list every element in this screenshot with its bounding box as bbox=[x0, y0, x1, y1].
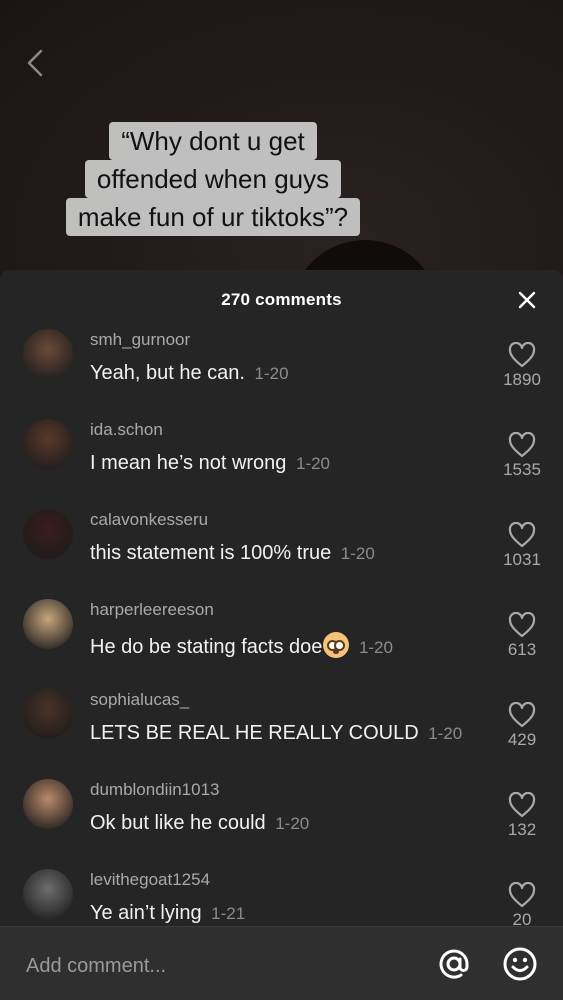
comment-item[interactable]: ida.schon I mean he’s not wrong 1-20 153… bbox=[0, 410, 563, 500]
heart-icon bbox=[508, 792, 536, 818]
avatar[interactable] bbox=[23, 869, 73, 919]
heart-icon bbox=[508, 432, 536, 458]
comment-text-line: this statement is 100% true 1-20 bbox=[90, 542, 375, 565]
caption-line: offended when guys bbox=[84, 160, 342, 198]
back-button[interactable] bbox=[20, 46, 50, 80]
comment-username[interactable]: harperleereeson bbox=[90, 600, 214, 620]
comment-date: 1-20 bbox=[275, 814, 310, 833]
comment-text-line: Yeah, but he can. 1-20 bbox=[90, 362, 289, 385]
comment-composer bbox=[0, 926, 563, 1000]
avatar[interactable] bbox=[23, 509, 73, 559]
video-caption: “Why dont u get offended when guys make … bbox=[38, 122, 388, 236]
comment-text: Yeah, but he can. bbox=[90, 362, 245, 384]
comments-count-title: 270 comments bbox=[221, 290, 342, 309]
comment-text-line: He do be stating facts doe 1-20 bbox=[90, 632, 393, 659]
like-button[interactable]: 429 bbox=[497, 702, 547, 750]
comment-text: this statement is 100% true bbox=[90, 542, 332, 564]
comment-item[interactable]: dumblondiin1013 Ok but like he could 1-2… bbox=[0, 770, 563, 860]
comment-text-line: I mean he’s not wrong 1-20 bbox=[90, 452, 330, 475]
heart-icon bbox=[508, 882, 536, 908]
like-button[interactable]: 20 bbox=[497, 882, 547, 930]
like-count: 1031 bbox=[503, 550, 541, 569]
comment-username[interactable]: sophialucas_ bbox=[90, 690, 189, 710]
avatar[interactable] bbox=[23, 599, 73, 649]
comment-item[interactable]: harperleereeson He do be stating facts d… bbox=[0, 590, 563, 680]
caption-line: make fun of ur tiktoks”? bbox=[65, 198, 361, 236]
flushed-face-icon bbox=[323, 632, 350, 658]
comment-username[interactable]: smh_gurnoor bbox=[90, 330, 190, 350]
comment-date: 1-20 bbox=[254, 364, 289, 383]
add-comment-input[interactable] bbox=[26, 951, 406, 981]
comment-username[interactable]: dumblondiin1013 bbox=[90, 780, 220, 800]
comment-text-line: Ok but like he could 1-20 bbox=[90, 812, 309, 835]
heart-icon bbox=[508, 612, 536, 638]
like-button[interactable]: 1535 bbox=[497, 432, 547, 480]
comment-username[interactable]: ida.schon bbox=[90, 420, 163, 440]
smiley-face-icon bbox=[503, 947, 537, 981]
like-count: 1535 bbox=[503, 460, 541, 479]
comment-date: 1-20 bbox=[340, 544, 375, 563]
comment-text: LETS BE REAL HE REALLY COULD bbox=[90, 722, 419, 744]
like-button[interactable]: 132 bbox=[497, 792, 547, 840]
comment-username[interactable]: levithegoat1254 bbox=[90, 870, 210, 890]
comments-sheet: 270 comments smh_gurnoor Yeah, but he ca… bbox=[0, 270, 563, 1000]
comment-text: He do be stating facts doe bbox=[90, 636, 323, 658]
comment-date: 1-21 bbox=[211, 904, 246, 923]
comment-date: 1-20 bbox=[358, 638, 393, 657]
close-icon bbox=[518, 291, 536, 309]
avatar[interactable] bbox=[23, 419, 73, 469]
comment-item[interactable]: smh_gurnoor Yeah, but he can. 1-20 1890 bbox=[0, 320, 563, 410]
like-button[interactable]: 1031 bbox=[497, 522, 547, 570]
close-button[interactable] bbox=[515, 288, 539, 312]
like-button[interactable]: 613 bbox=[497, 612, 547, 660]
avatar[interactable] bbox=[23, 779, 73, 829]
heart-icon bbox=[508, 702, 536, 728]
heart-icon bbox=[508, 342, 536, 368]
comment-text: Ok but like he could bbox=[90, 812, 266, 834]
video-background: “Why dont u get offended when guys make … bbox=[0, 0, 563, 300]
comment-date: 1-20 bbox=[428, 724, 463, 743]
like-count: 429 bbox=[507, 730, 537, 749]
chevron-left-icon bbox=[27, 49, 43, 77]
like-button[interactable]: 1890 bbox=[497, 342, 547, 390]
comment-text: Ye ain’t lying bbox=[90, 902, 202, 924]
at-sign-icon bbox=[439, 949, 469, 979]
caption-line: “Why dont u get bbox=[109, 122, 317, 160]
comment-username[interactable]: calavonkesseru bbox=[90, 510, 208, 530]
comment-text-line: Ye ain’t lying 1-21 bbox=[90, 902, 245, 925]
comment-text: I mean he’s not wrong bbox=[90, 452, 287, 474]
heart-icon bbox=[508, 522, 536, 548]
comment-item[interactable]: calavonkesseru this statement is 100% tr… bbox=[0, 500, 563, 590]
like-count: 132 bbox=[507, 820, 537, 839]
avatar[interactable] bbox=[23, 329, 73, 379]
comment-text-line: LETS BE REAL HE REALLY COULD 1-20 bbox=[90, 722, 462, 745]
mention-button[interactable] bbox=[436, 946, 472, 982]
like-count: 1890 bbox=[503, 370, 541, 389]
avatar[interactable] bbox=[23, 689, 73, 739]
emoji-button[interactable] bbox=[502, 946, 538, 982]
comment-date: 1-20 bbox=[295, 454, 331, 473]
comments-list: smh_gurnoor Yeah, but he can. 1-20 1890 … bbox=[0, 320, 563, 950]
comment-item[interactable]: sophialucas_ LETS BE REAL HE REALLY COUL… bbox=[0, 680, 563, 770]
like-count: 613 bbox=[507, 640, 537, 659]
